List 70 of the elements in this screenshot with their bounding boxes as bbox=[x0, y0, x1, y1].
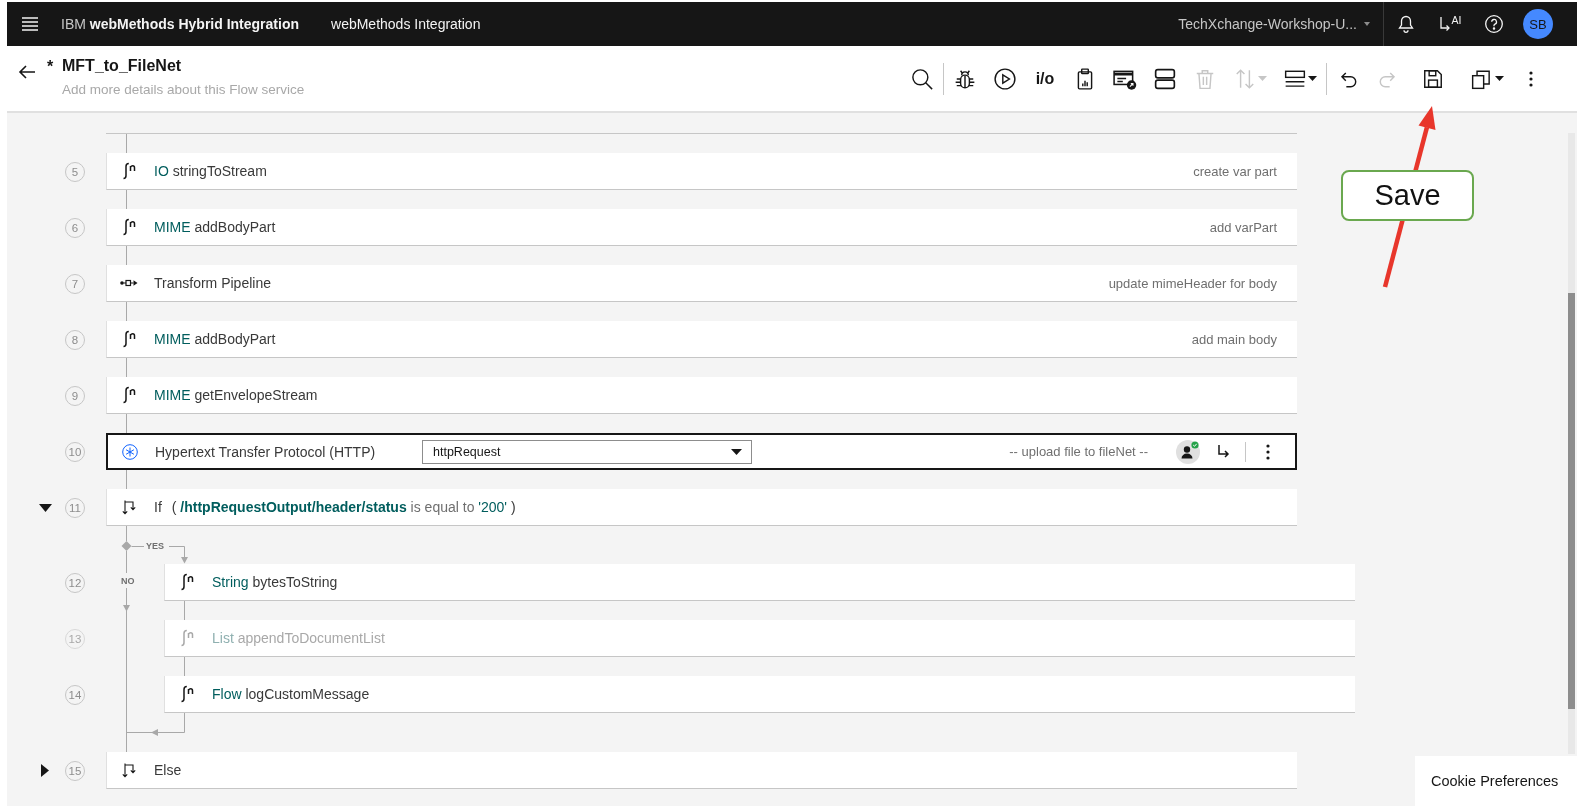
step-label: List appendToDocumentList bbox=[212, 630, 385, 646]
step-comment: update mimeHeader for body bbox=[1108, 275, 1278, 291]
back-arrow-icon bbox=[18, 64, 36, 80]
caret-down-icon[interactable] bbox=[38, 503, 52, 512]
turn-arrow-icon bbox=[1438, 16, 1451, 32]
flow-step-card[interactable]: Else bbox=[106, 752, 1297, 789]
description-field[interactable]: Add more details about this Flow service bbox=[62, 80, 362, 98]
step-label: Hypertext Transfer Protocol (HTTP) bbox=[155, 443, 377, 460]
caret-down-icon bbox=[731, 448, 742, 455]
flow-step-card[interactable]: MIME addBodyPart add varPart bbox=[106, 209, 1297, 246]
step-label: MIME addBodyPart bbox=[154, 219, 276, 235]
flow-step-card[interactable]: Hypertext Transfer Protocol (HTTP) httpRequest -- upload file to fileNet -- bbox=[106, 433, 1297, 470]
caret-right-icon[interactable] bbox=[41, 764, 49, 777]
flow-step-card[interactable]: Flow logCustomMessage bbox=[164, 676, 1355, 713]
product-name[interactable]: webMethods Integration bbox=[331, 16, 481, 32]
cookie-preferences-button[interactable]: Cookie Preferences bbox=[1415, 756, 1577, 806]
flow-step-card[interactable]: If ( /httpRequestOutput/header/status is equal to '200' ) bbox=[106, 489, 1297, 526]
step-label: IO stringToStream bbox=[154, 163, 267, 179]
step-comment: -- upload file to fileNet -- bbox=[1009, 444, 1148, 459]
function-icon bbox=[121, 218, 137, 236]
product-brand[interactable]: IBM webMethods Hybrid Integration bbox=[61, 16, 299, 32]
function-icon bbox=[121, 162, 137, 180]
flow-step-card[interactable]: Transform Pipeline update mimeHeader for body bbox=[106, 265, 1297, 302]
operation-dropdown[interactable]: httpRequest bbox=[422, 439, 752, 464]
step-label: Else bbox=[154, 762, 182, 778]
function-icon bbox=[179, 685, 195, 703]
scrollbar-thumb[interactable] bbox=[1568, 293, 1575, 709]
step-label: MIME addBodyPart bbox=[154, 331, 276, 347]
ai-assistant-button[interactable]: AI bbox=[1428, 2, 1472, 46]
function-icon bbox=[121, 386, 137, 404]
unsaved-mark: * bbox=[47, 57, 55, 77]
bell-icon bbox=[1396, 14, 1416, 34]
step-comment: add main body bbox=[1191, 331, 1278, 347]
step-label: String bytesToString bbox=[212, 574, 338, 590]
yes-branch-label: YES bbox=[146, 540, 164, 552]
step-comment: add varPart bbox=[1209, 219, 1278, 235]
condition-expression: ( /httpRequestOutput/header/status is equal to '200' ) bbox=[171, 499, 516, 515]
no-branch-label: NO bbox=[121, 575, 135, 587]
user-avatar[interactable]: SB bbox=[1523, 9, 1553, 39]
pipeline-icon bbox=[120, 279, 138, 287]
user-button[interactable] bbox=[1174, 437, 1202, 466]
function-icon bbox=[179, 629, 195, 647]
step-label: Flow logCustomMessage bbox=[212, 686, 370, 702]
caret-down-icon bbox=[1307, 76, 1317, 81]
step-label: Transform Pipeline bbox=[154, 275, 271, 291]
flow-step-card[interactable]: String bytesToString bbox=[164, 564, 1355, 601]
function-icon bbox=[179, 573, 195, 591]
step-label: If bbox=[154, 499, 162, 515]
user-check-icon bbox=[1175, 438, 1201, 465]
caret-down-icon bbox=[1257, 76, 1267, 81]
annotation-callout: Save bbox=[1341, 170, 1474, 221]
function-icon bbox=[121, 330, 137, 348]
merge-arrow bbox=[126, 712, 185, 736]
turn-down-right-icon bbox=[1216, 443, 1230, 460]
menu-icon bbox=[21, 17, 39, 31]
overflow-menu-icon bbox=[1266, 443, 1270, 460]
help-icon bbox=[1484, 14, 1504, 34]
service-title: MFT_to_FileNet bbox=[62, 56, 183, 76]
flow-step-card[interactable]: MIME addBodyPart add main body bbox=[106, 321, 1297, 358]
tenant-switcher[interactable]: TechXchange-Workshop-U... bbox=[1178, 2, 1370, 46]
asterisk-circle-icon bbox=[122, 443, 138, 460]
input-output-button[interactable]: i/o bbox=[1025, 58, 1065, 99]
caret-down-icon bbox=[1364, 22, 1370, 26]
branch-icon bbox=[121, 762, 137, 778]
step-comment: create var part bbox=[1193, 163, 1278, 179]
flow-step-card[interactable]: MIME getEnvelopeStream bbox=[106, 377, 1297, 414]
step-label: MIME getEnvelopeStream bbox=[154, 387, 318, 403]
flow-step-card[interactable]: IO stringToStream create var part bbox=[106, 153, 1297, 190]
branch-icon bbox=[121, 499, 137, 515]
caret-down-icon bbox=[1494, 76, 1504, 81]
